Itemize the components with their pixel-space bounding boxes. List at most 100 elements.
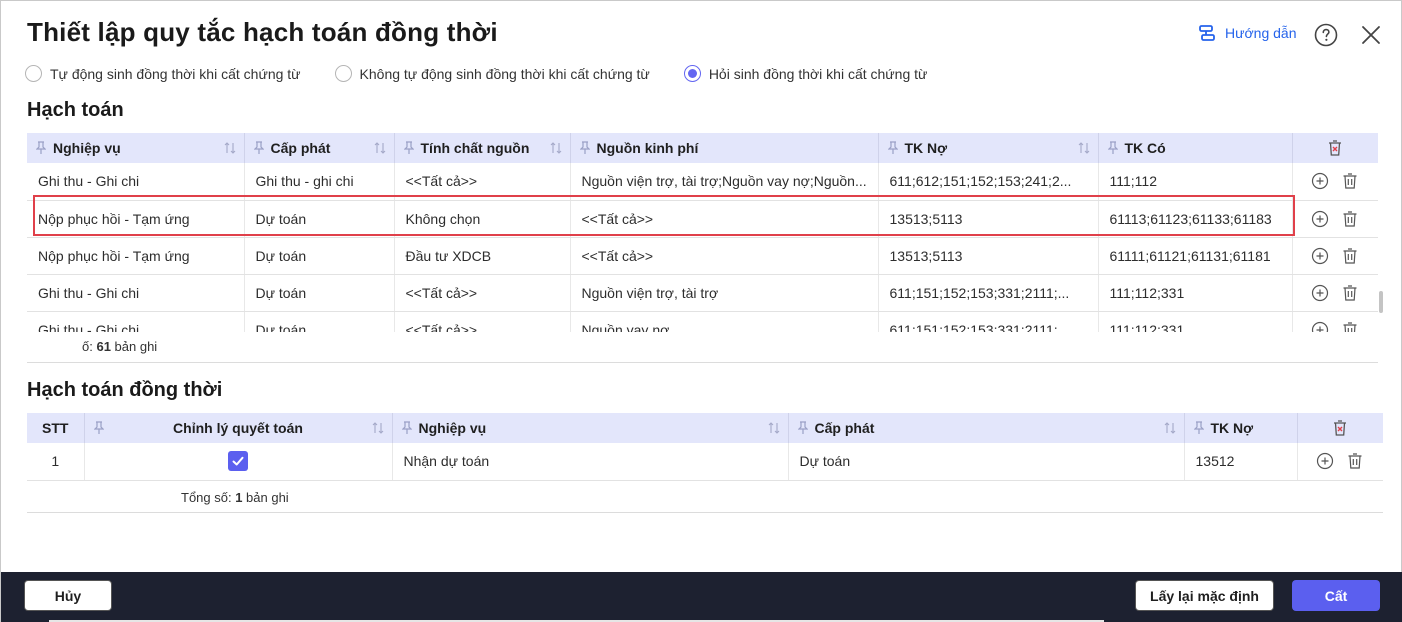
save-button[interactable]: Cất — [1292, 580, 1380, 611]
pin-icon[interactable] — [1107, 141, 1118, 155]
cell-tinh-chat-nguon[interactable]: Đầu tư XDCB — [394, 237, 571, 275]
guide-label: Hướng dẫn — [1225, 25, 1297, 41]
table-row[interactable]: 1 Nhận dự toán Dự toán 13512 — [27, 443, 1383, 481]
col-label: Nghiệp vụ — [418, 420, 487, 436]
cell-tk-co[interactable]: 111;112;331 — [1098, 274, 1293, 312]
delete-all-icon[interactable] — [1331, 419, 1349, 437]
add-row-icon[interactable] — [1311, 321, 1329, 333]
option-no-auto[interactable]: Không tự động sinh đồng thời khi cất chứ… — [334, 65, 650, 82]
cell-nguon-kinh-phi[interactable]: Nguồn viện trợ, tài trợ;Nguồn vay nợ;Ngu… — [570, 163, 879, 201]
add-row-icon[interactable] — [1311, 210, 1329, 228]
col-nguon-kinh-phi[interactable]: Nguồn kinh phí — [570, 133, 879, 163]
col-cap-phat[interactable]: Cấp phát — [244, 133, 395, 163]
pin-icon[interactable] — [253, 141, 264, 155]
cell-nghiep-vu[interactable]: Nộp phục hồi - Tạm ứng — [27, 237, 245, 275]
cell-tk-no[interactable]: 13512 — [1184, 443, 1298, 481]
cell-cap-phat[interactable]: Dự toán — [788, 443, 1185, 481]
col-nghiep-vu[interactable]: Nghiệp vụ — [27, 133, 245, 163]
cell-tinh-chat-nguon[interactable]: <<Tất cả>> — [394, 311, 571, 332]
cell-tk-no[interactable]: 13513;5113 — [878, 237, 1099, 275]
cell-tk-no[interactable]: 611;612;151;152;153;241;2... — [878, 163, 1099, 201]
cell-tinh-chat-nguon[interactable]: Không chọn — [394, 200, 571, 238]
close-icon[interactable] — [1359, 23, 1383, 47]
cancel-button[interactable]: Hủy — [24, 580, 112, 611]
table-row[interactable]: Ghi thu - Ghi chi Dự toán <<Tất cả>> Ngu… — [27, 274, 1378, 312]
cell-cap-phat[interactable]: Dự toán — [244, 200, 395, 238]
delete-row-icon[interactable] — [1341, 172, 1359, 190]
pin-icon[interactable] — [579, 141, 590, 155]
cell-tk-co[interactable]: 111;112 — [1098, 163, 1293, 201]
col-tk-no[interactable]: TK Nợ — [1184, 413, 1298, 443]
add-row-icon[interactable] — [1311, 172, 1329, 190]
cell-nguon-kinh-phi[interactable]: <<Tất cả>> — [570, 237, 879, 275]
add-row-icon[interactable] — [1311, 247, 1329, 265]
table-row[interactable]: Nộp phục hồi - Tạm ứng Dự toán Không chọ… — [27, 200, 1378, 238]
cell-tk-no[interactable]: 611;151;152;153;331;2111;... — [878, 311, 1099, 332]
pin-icon[interactable] — [36, 141, 46, 155]
table-row[interactable]: Ghi thu - Ghi chi Dự toán <<Tất cả>> Ngu… — [27, 311, 1378, 332]
chinh-ly-checkbox[interactable] — [228, 451, 248, 472]
scrollbar-thumb[interactable] — [1379, 291, 1383, 313]
cell-nguon-kinh-phi[interactable]: <<Tất cả>> — [570, 200, 879, 238]
cell-tk-no[interactable]: 13513;5113 — [878, 200, 1099, 238]
cell-nghiep-vu[interactable]: Nộp phục hồi - Tạm ứng — [27, 200, 245, 238]
col-actions — [1292, 133, 1378, 163]
pin-icon[interactable] — [1193, 421, 1204, 435]
cell-nguon-kinh-phi[interactable]: Nguồn vay nợ — [570, 311, 879, 332]
col-chinh-ly[interactable]: Chỉnh lý quyết toán — [84, 413, 393, 443]
reset-default-button[interactable]: Lấy lại mặc định — [1135, 580, 1274, 611]
pin-icon[interactable] — [403, 141, 414, 155]
cell-cap-phat[interactable]: Ghi thu - ghi chi — [244, 163, 395, 201]
pin-icon[interactable] — [887, 141, 898, 155]
cell-tk-co[interactable]: 111;112;331 — [1098, 311, 1293, 332]
delete-row-icon[interactable] — [1341, 210, 1359, 228]
cell-cap-phat[interactable]: Dự toán — [244, 311, 395, 332]
sort-icon[interactable] — [374, 142, 386, 154]
col-tk-no[interactable]: TK Nợ — [878, 133, 1099, 163]
cell-tk-co[interactable]: 61111;61121;61131;61181 — [1098, 237, 1293, 275]
sort-icon[interactable] — [1164, 422, 1176, 434]
cell-cap-phat[interactable]: Dự toán — [244, 274, 395, 312]
sort-icon[interactable] — [372, 422, 384, 434]
pin-icon[interactable] — [93, 421, 104, 435]
sort-icon[interactable] — [1078, 142, 1090, 154]
cell-nghiep-vu[interactable]: Ghi thu - Ghi chi — [27, 163, 245, 201]
pin-icon[interactable] — [797, 421, 808, 435]
cell-cap-phat[interactable]: Dự toán — [244, 237, 395, 275]
col-tinh-chat-nguon[interactable]: Tính chất nguồn — [394, 133, 571, 163]
sort-icon[interactable] — [550, 142, 562, 154]
add-row-icon[interactable] — [1316, 452, 1334, 470]
cell-nguon-kinh-phi[interactable]: Nguồn viện trợ, tài trợ — [570, 274, 879, 312]
sort-icon[interactable] — [768, 422, 780, 434]
col-label: Tính chất nguồn — [420, 140, 530, 156]
table-row[interactable]: Ghi thu - Ghi chi Ghi thu - ghi chi <<Tấ… — [27, 163, 1378, 201]
option-auto[interactable]: Tự động sinh đồng thời khi cất chứng từ — [25, 65, 301, 82]
col-cap-phat[interactable]: Cấp phát — [788, 413, 1185, 443]
option-ask[interactable]: Hỏi sinh đồng thời khi cất chứng từ — [683, 65, 927, 82]
pin-icon[interactable] — [401, 421, 412, 435]
cell-tk-no[interactable]: 611;151;152;153;331;2111;... — [878, 274, 1099, 312]
check-icon — [232, 457, 244, 466]
delete-row-icon[interactable] — [1341, 321, 1359, 333]
cell-chinh-ly[interactable] — [84, 443, 393, 481]
radio-auto[interactable] — [25, 65, 42, 82]
cell-tinh-chat-nguon[interactable]: <<Tất cả>> — [394, 163, 571, 201]
col-tk-co[interactable]: TK Có — [1098, 133, 1293, 163]
table-row[interactable]: Nộp phục hồi - Tạm ứng Dự toán Đầu tư XD… — [27, 237, 1378, 275]
delete-all-icon[interactable] — [1326, 139, 1344, 157]
radio-no-auto[interactable] — [334, 65, 352, 82]
delete-row-icon[interactable] — [1341, 284, 1359, 302]
cell-nghiep-vu[interactable]: Ghi thu - Ghi chi — [27, 274, 245, 312]
cell-tinh-chat-nguon[interactable]: <<Tất cả>> — [394, 274, 571, 312]
add-row-icon[interactable] — [1311, 284, 1329, 302]
sort-icon[interactable] — [224, 142, 236, 154]
delete-row-icon[interactable] — [1341, 247, 1359, 265]
radio-ask[interactable] — [683, 65, 701, 82]
cell-nghiep-vu[interactable]: Ghi thu - Ghi chi — [27, 311, 245, 332]
cell-nghiep-vu[interactable]: Nhận dự toán — [392, 443, 789, 481]
cell-tk-co[interactable]: 61113;61123;61133;61183 — [1098, 200, 1293, 238]
col-nghiep-vu[interactable]: Nghiệp vụ — [392, 413, 789, 443]
delete-row-icon[interactable] — [1346, 452, 1364, 470]
help-icon[interactable] — [1314, 23, 1338, 47]
guide-link[interactable]: Hướng dẫn — [1197, 23, 1296, 43]
